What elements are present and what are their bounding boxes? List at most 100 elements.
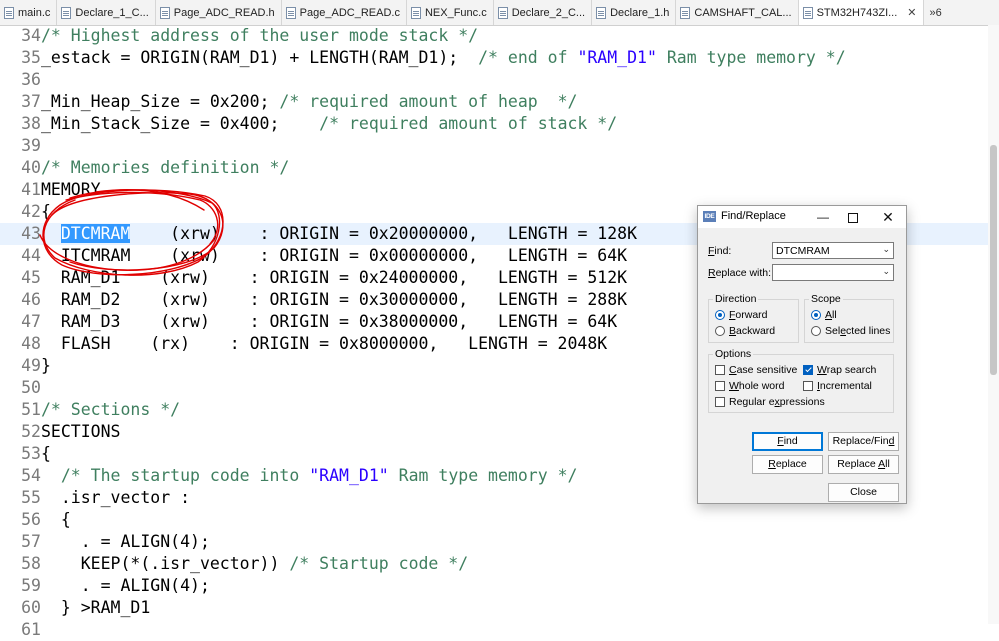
code-segment: MEMORY — [41, 180, 101, 199]
line-number: 50 — [21, 378, 41, 397]
code-line[interactable]: 60 } >RAM_D1 — [0, 597, 999, 619]
scrollbar-thumb[interactable] — [990, 145, 997, 375]
editor-tab-6[interactable]: Declare_1.h — [592, 0, 677, 25]
replace-dropdown-icon[interactable]: ⌄ — [882, 266, 890, 277]
code-line[interactable]: 34/* Highest address of the user mode st… — [0, 25, 999, 47]
replace-combo[interactable]: ⌄ — [772, 264, 894, 281]
replace-find-button[interactable]: Replace/Find — [828, 432, 899, 451]
file-icon — [4, 6, 14, 19]
line-number: 58 — [21, 554, 41, 573]
replace-all-button[interactable]: Replace All — [828, 455, 899, 474]
find-button[interactable]: Find — [752, 432, 823, 451]
maximize-icon — [848, 212, 858, 223]
code-line[interactable]: 37_Min_Heap_Size = 0x200; /* required am… — [0, 91, 999, 113]
regular-expressions-checkbox[interactable]: Regular expressions — [715, 396, 825, 408]
incremental-checkbox[interactable]: Incremental — [803, 380, 872, 392]
line-number: 41 — [21, 180, 41, 199]
code-line[interactable]: 59 . = ALIGN(4); — [0, 575, 999, 597]
code-segment: . = ALIGN(4); — [41, 576, 210, 595]
forward-radio[interactable]: Forward — [715, 309, 768, 321]
backward-radio-indicator[interactable] — [715, 326, 725, 336]
tab-overflow-button[interactable]: »6 — [924, 0, 948, 25]
scope-selected-radio-indicator[interactable] — [811, 326, 821, 336]
line-number: 59 — [21, 576, 41, 595]
code-line[interactable]: 56 { — [0, 509, 999, 531]
editor-tab-8[interactable]: STM32H743ZI... ✕ — [798, 0, 924, 25]
editor-tab-2[interactable]: Page_ADC_READ.h — [156, 0, 282, 25]
replace-input[interactable] — [773, 265, 893, 280]
editor-tab-5[interactable]: Declare_2_C... — [494, 0, 593, 25]
code-line[interactable]: 40/* Memories definition */ — [0, 157, 999, 179]
minimize-button[interactable]: — — [808, 207, 838, 227]
line-number: 54 — [21, 466, 41, 485]
regex-box[interactable] — [715, 397, 725, 407]
editor-tab-7[interactable]: CAMSHAFT_CAL... — [676, 0, 799, 25]
backward-radio-label: Backward — [729, 325, 776, 337]
code-text: . = ALIGN(4); — [41, 575, 210, 597]
code-text: { — [41, 509, 71, 531]
code-line[interactable]: 58 KEEP(*(.isr_vector)) /* Startup code … — [0, 553, 999, 575]
editor-tab-3[interactable]: Page_ADC_READ.c — [282, 0, 407, 25]
line-number: 39 — [21, 136, 41, 155]
scope-selected-lines-radio[interactable]: Selected lines — [811, 325, 890, 337]
wrap-search-box[interactable] — [803, 365, 813, 375]
replace-button[interactable]: Replace — [752, 455, 823, 474]
forward-radio-label: Forward — [729, 309, 768, 321]
backward-radio[interactable]: Backward — [715, 325, 775, 337]
forward-radio-indicator[interactable] — [715, 310, 725, 320]
code-segment: /* Memories definition */ — [41, 158, 290, 177]
code-segment: { — [41, 510, 71, 529]
case-sensitive-label: Case sensitive — [729, 364, 798, 376]
code-line[interactable]: 38_Min_Stack_Size = 0x400; /* required a… — [0, 113, 999, 135]
code-text: DTCMRAM (xrw) : ORIGIN = 0x20000000, LEN… — [41, 223, 637, 245]
find-input[interactable] — [773, 243, 893, 258]
code-line[interactable]: 35_estack = ORIGIN(RAM_D1) + LENGTH(RAM_… — [0, 47, 999, 69]
dialog-title-bar[interactable]: IDE Find/Replace — ✕ — [698, 206, 906, 228]
code-segment: (xrw) : ORIGIN = 0x20000000, LENGTH = 12… — [130, 224, 638, 243]
code-line[interactable]: 39 — [0, 135, 999, 157]
line-number: 55 — [21, 488, 41, 507]
scope-selected-label: Selected lines — [825, 325, 891, 337]
line-number: 56 — [21, 510, 41, 529]
code-segment: Ram type memory */ — [656, 48, 846, 67]
code-line[interactable]: 41MEMORY — [0, 179, 999, 201]
scope-all-radio[interactable]: All — [811, 309, 837, 321]
maximize-button[interactable] — [838, 207, 868, 227]
line-number: 42 — [21, 202, 41, 221]
wrap-search-checkbox[interactable]: Wrap search — [803, 364, 876, 376]
code-text: { — [41, 201, 51, 223]
code-segment: FLASH (rx) : ORIGIN = 0x8000000, LENGTH … — [41, 334, 608, 353]
line-number: 53 — [21, 444, 41, 463]
line-number: 36 — [21, 70, 41, 89]
close-button[interactable]: Close — [828, 483, 899, 502]
find-combo[interactable]: ⌄ — [772, 242, 894, 259]
code-text: /* Sections */ — [41, 399, 180, 421]
editor-tab-4[interactable]: NEX_Func.c — [407, 0, 494, 25]
wrap-search-label: Wrap search — [817, 364, 877, 376]
code-segment: _Min_Stack_Size = 0x400; — [41, 114, 320, 133]
whole-word-checkbox[interactable]: Whole word — [715, 380, 784, 392]
file-icon — [497, 6, 508, 19]
case-sensitive-checkbox[interactable]: Case sensitive — [715, 364, 797, 376]
tab-label: Page_ADC_READ.c — [299, 6, 400, 19]
code-segment: _estack = ORIGIN(RAM_D1) + LENGTH(RAM_D1… — [41, 48, 479, 67]
editor-tab-0[interactable]: main.c — [0, 0, 58, 25]
code-segment: RAM_D3 (xrw) : ORIGIN = 0x38000000, LENG… — [41, 312, 618, 331]
case-sensitive-box[interactable] — [715, 365, 725, 375]
editor-tab-1[interactable]: Declare_1_C... — [57, 0, 156, 25]
file-icon — [410, 6, 421, 19]
close-window-button[interactable]: ✕ — [873, 207, 903, 227]
line-number: 57 — [21, 532, 41, 551]
line-number: 52 — [21, 422, 41, 441]
code-line[interactable]: 36 — [0, 69, 999, 91]
find-dropdown-icon[interactable]: ⌄ — [882, 244, 890, 255]
code-segment: /* required amount of stack */ — [319, 114, 618, 133]
scope-all-radio-indicator[interactable] — [811, 310, 821, 320]
incremental-box[interactable] — [803, 381, 813, 391]
whole-word-box[interactable] — [715, 381, 725, 391]
line-number: 37 — [21, 92, 41, 111]
tab-close-icon[interactable]: ✕ — [907, 6, 916, 19]
code-line[interactable]: 57 . = ALIGN(4); — [0, 531, 999, 553]
code-line[interactable]: 61 — [0, 619, 999, 641]
